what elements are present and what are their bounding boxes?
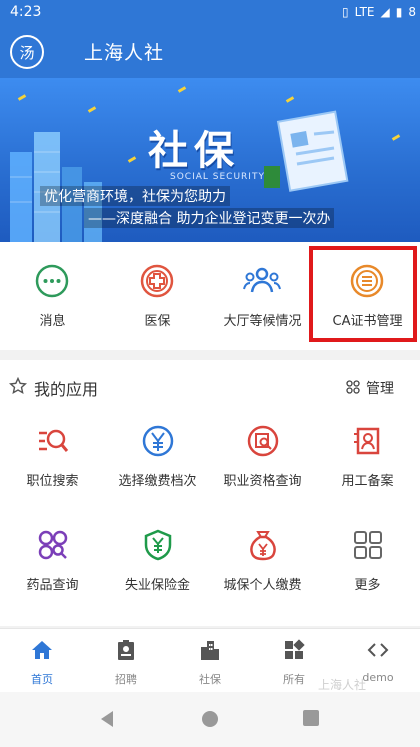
sparkle-decoration	[127, 156, 137, 163]
tab-label: 招聘	[115, 673, 137, 686]
highlight-box	[309, 246, 417, 342]
quick-action-label: 医保	[144, 314, 171, 329]
yuan-coin-icon	[142, 425, 174, 457]
app-employment-record[interactable]: 用工备案	[315, 424, 420, 520]
home-button-icon[interactable]	[200, 709, 220, 729]
status-icons: ▯ LTE ◢ ▮ 8	[342, 5, 416, 19]
section-title: 我的应用	[34, 380, 99, 399]
recents-icon[interactable]	[302, 709, 320, 727]
grid-icon[interactable]	[346, 380, 360, 394]
tab-recruitment[interactable]: 招聘	[84, 629, 168, 693]
quick-action-label: 大厅等候情况	[223, 314, 302, 329]
app-unemployment-benefit[interactable]: 失业保险金	[105, 528, 210, 624]
sparkle-decoration	[87, 106, 97, 113]
badge-icon	[118, 640, 134, 660]
app-label: 药品查询	[26, 578, 79, 593]
tab-label: 首页	[31, 673, 53, 686]
chat-bubble-icon	[35, 264, 69, 298]
tab-home[interactable]: 首页	[0, 629, 84, 693]
battery-level: 8	[408, 5, 416, 19]
shield-yuan-icon	[144, 529, 172, 561]
system-nav-bar	[0, 692, 420, 747]
home-icon	[32, 641, 52, 659]
app-label: 失业保险金	[124, 578, 190, 593]
tab-label: 社保	[199, 673, 221, 686]
medical-cross-icon	[140, 264, 174, 298]
battery-icon: ▮	[395, 5, 403, 19]
sparkle-decoration	[285, 96, 295, 103]
quick-action-messages[interactable]: 消息	[0, 242, 105, 350]
quick-action-hall-queue[interactable]: 大厅等候情况	[210, 242, 315, 350]
app-title: 上海人社	[84, 42, 165, 64]
all-apps-icon	[285, 639, 305, 659]
code-icon	[367, 643, 389, 657]
banner-caption-line1: 优化营商环境，社保为您助力	[40, 186, 230, 206]
more-grid-icon	[354, 531, 382, 559]
status-bar: 4:23 ▯ LTE ◢ ▮ 8	[0, 0, 420, 26]
buildings-icon	[201, 641, 219, 660]
people-group-icon	[243, 267, 281, 293]
money-bag-icon	[250, 531, 276, 561]
banner-caption-line2: ——深度融合 助力企业登记变更一次办	[84, 208, 335, 228]
sparkle-decoration	[17, 94, 27, 101]
certificate-search-icon	[247, 425, 279, 457]
sparkle-decoration	[177, 86, 187, 93]
signal-icon: ◢	[380, 5, 390, 19]
app-drug-query[interactable]: 药品查询	[0, 528, 105, 624]
sparkle-decoration	[391, 134, 401, 141]
employee-record-icon	[354, 427, 380, 455]
star-icon	[9, 377, 27, 394]
app-label: 选择缴费档次	[118, 474, 197, 489]
promo-banner[interactable]: 社保 SOCIAL SECURITY 优化营商环境，社保为您助力 ——深度融合 …	[0, 78, 420, 242]
status-time: 4:23	[10, 4, 42, 20]
app-logo[interactable]: 汤	[10, 35, 44, 69]
app-personal-contribution[interactable]: 城保个人缴费	[210, 528, 315, 624]
app-header: 汤 上海人社	[0, 26, 420, 78]
banner-subtitle: SOCIAL SECURITY	[170, 172, 265, 182]
quick-action-medical[interactable]: 医保	[105, 242, 210, 350]
network-label: LTE	[354, 5, 375, 19]
tab-social-security[interactable]: 社保	[168, 629, 252, 693]
app-job-search[interactable]: 职位搜索	[0, 424, 105, 520]
vibrate-icon: ▯	[341, 5, 349, 19]
job-search-icon	[39, 429, 69, 452]
app-payment-tier[interactable]: 选择缴费档次	[105, 424, 210, 520]
app-label: 职业资格查询	[223, 474, 302, 489]
watermark-text: 上海人社	[318, 678, 367, 692]
back-icon[interactable]	[98, 709, 116, 729]
manage-button[interactable]: 管理	[366, 378, 394, 398]
quick-action-label: 消息	[39, 314, 66, 329]
app-qualification-query[interactable]: 职业资格查询	[210, 424, 315, 520]
app-label: 职位搜索	[26, 474, 79, 489]
app-label: 城保个人缴费	[223, 578, 302, 593]
banner-title: 社保	[148, 128, 240, 174]
app-label: 用工备案	[341, 474, 394, 489]
my-apps-section: 我的应用 管理 职位搜索 选择缴费档次 职业资格查询 用工备案 药品查询 失业保…	[0, 360, 420, 626]
app-more[interactable]: 更多	[315, 528, 420, 624]
pills-icon	[38, 530, 68, 560]
app-label: 更多	[354, 578, 381, 593]
app-logo-text: 汤	[19, 43, 35, 62]
document-illustration	[264, 110, 349, 192]
